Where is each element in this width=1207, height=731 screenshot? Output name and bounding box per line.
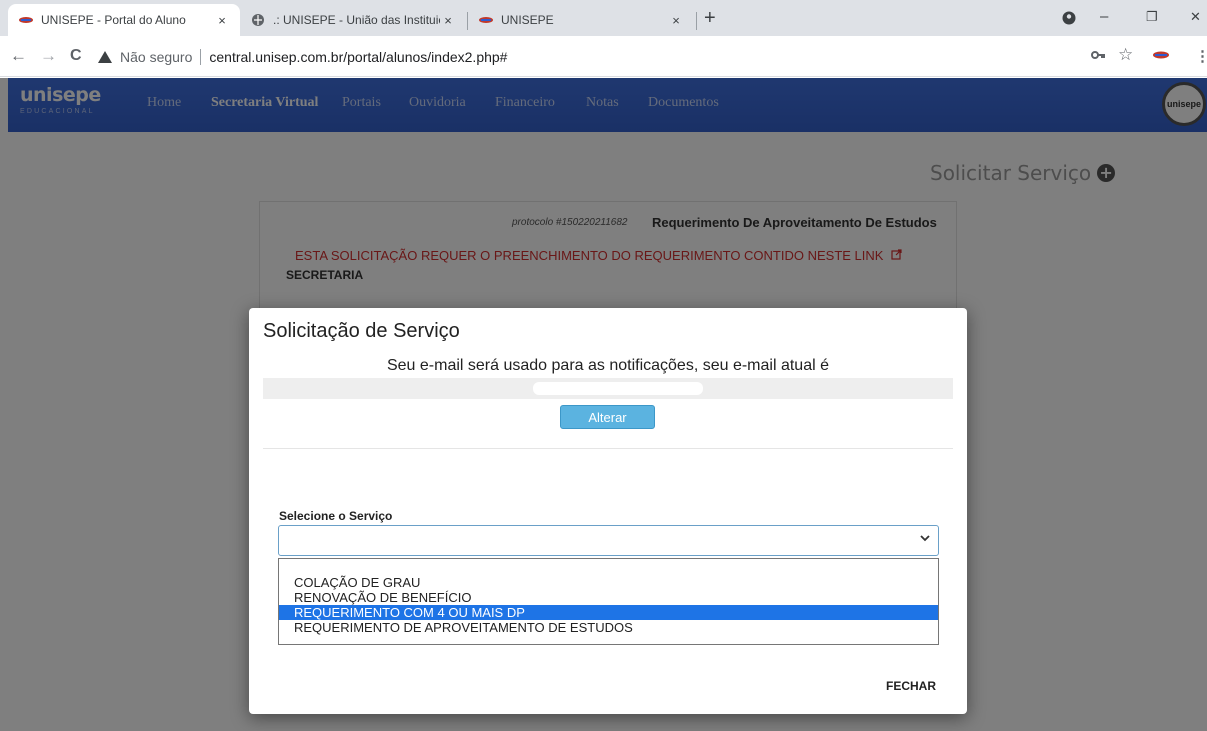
service-option-highlighted[interactable]: REQUERIMENTO COM 4 OU MAIS DP xyxy=(279,605,938,620)
close-window-button[interactable]: ✕ xyxy=(1190,9,1201,25)
modal-divider xyxy=(263,448,953,449)
url-text[interactable]: central.unisep.com.br/portal/alunos/inde… xyxy=(209,49,507,65)
key-icon[interactable] xyxy=(1091,47,1105,64)
star-icon[interactable]: ☆ xyxy=(1118,45,1133,65)
close-tab-icon[interactable]: × xyxy=(214,13,230,28)
current-email-field xyxy=(263,378,953,399)
tab-title: .: UNISEPE - União das Instituiçõ xyxy=(273,13,440,27)
fechar-button[interactable]: FECHAR xyxy=(886,679,936,693)
menu-kebab-icon[interactable]: ⋮ xyxy=(1195,47,1207,65)
tab-portal-aluno[interactable]: UNISEPE - Portal do Aluno × xyxy=(8,4,240,36)
service-option[interactable]: RENOVAÇÃO DE BENEFÍCIO xyxy=(279,590,938,605)
security-label: Não seguro xyxy=(120,48,193,65)
tab-unisepe[interactable]: UNISEPE × xyxy=(468,4,694,36)
alterar-email-button[interactable]: Alterar xyxy=(560,405,655,429)
address-bar: ← → C Não seguro central.unisep.com.br/p… xyxy=(0,36,1207,77)
service-request-modal: Solicitação de Serviço Seu e-mail será u… xyxy=(249,308,967,714)
service-option[interactable]: REQUERIMENTO DE APROVEITAMENTO DE ESTUDO… xyxy=(279,620,938,635)
tab-uniao-instituicoes[interactable]: .: UNISEPE - União das Instituiçõ × xyxy=(240,4,466,36)
close-tab-icon[interactable]: × xyxy=(440,13,456,28)
minimize-button[interactable]: – xyxy=(1100,8,1108,25)
close-tab-icon[interactable]: × xyxy=(668,13,684,28)
omnibox[interactable]: Não seguro central.unisep.com.br/portal/… xyxy=(98,42,1068,71)
modal-title: Solicitação de Serviço xyxy=(263,320,460,342)
service-dropdown-list: COLAÇÃO DE GRAU RENOVAÇÃO DE BENEFÍCIO R… xyxy=(278,558,939,645)
security-indicator[interactable]: Não seguro xyxy=(98,49,192,65)
tab-title: UNISEPE - Portal do Aluno xyxy=(41,13,186,27)
email-info-text: Seu e-mail será usado para as notificaçõ… xyxy=(386,357,829,374)
unisepe-favicon-icon xyxy=(478,14,494,26)
unisepe-favicon-icon xyxy=(18,14,34,26)
extension-icon[interactable] xyxy=(1152,47,1170,64)
tab-title: UNISEPE xyxy=(501,13,554,27)
back-button[interactable]: ← xyxy=(10,47,27,64)
service-option[interactable]: COLAÇÃO DE GRAU xyxy=(279,575,938,590)
forward-button[interactable]: → xyxy=(40,47,57,64)
service-select[interactable] xyxy=(278,525,939,556)
reload-button[interactable]: C xyxy=(70,48,82,64)
new-tab-button[interactable]: + xyxy=(704,8,716,28)
profile-icon[interactable] xyxy=(1062,11,1076,29)
restore-button[interactable]: ❐ xyxy=(1146,9,1158,25)
globe-icon xyxy=(250,14,266,26)
warning-icon xyxy=(98,50,112,63)
omnibox-separator xyxy=(200,48,202,65)
select-service-label: Selecione o Serviço xyxy=(279,509,393,523)
chevron-down-icon xyxy=(920,533,930,545)
browser-tab-bar: UNISEPE - Portal do Aluno × .: UNISEPE -… xyxy=(0,0,1207,36)
tab-separator xyxy=(696,12,697,30)
email-redaction xyxy=(533,382,703,395)
